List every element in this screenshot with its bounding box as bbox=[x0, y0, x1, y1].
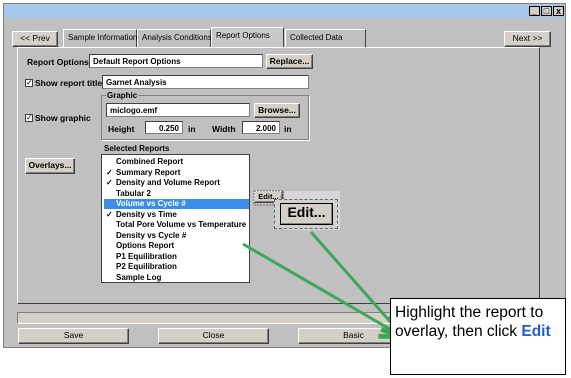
instruction-callout: Highlight the report to overlay, then cl… bbox=[390, 298, 566, 375]
arrow-to-edit-icon bbox=[309, 231, 402, 335]
callout-highlight: Edit bbox=[521, 323, 551, 340]
arrow-to-list-icon bbox=[242, 242, 400, 335]
